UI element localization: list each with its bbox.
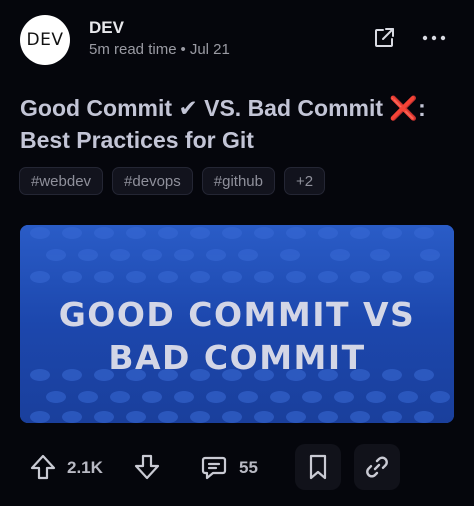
title-check-mark: ✔	[178, 95, 198, 121]
avatar-text: DEV	[26, 30, 64, 50]
tag-github[interactable]: #github	[201, 167, 275, 195]
arrow-down-icon[interactable]	[133, 453, 161, 481]
bookmark-button[interactable]	[295, 444, 341, 490]
title-cross-mark: ❌	[389, 95, 419, 121]
title-text-2: VS. Bad Commit	[197, 95, 384, 121]
tag-list: #webdev #devops #github +2	[19, 167, 326, 195]
cover-text-line-2: BAD COMMIT	[108, 338, 366, 377]
post-date: Jul 21	[189, 41, 230, 58]
source-avatar[interactable]: DEV	[20, 15, 70, 65]
upvote-count: 2.1K	[67, 458, 103, 477]
copy-link-button[interactable]	[354, 444, 400, 490]
more-horizontal-icon[interactable]	[422, 33, 446, 43]
comment-count: 55	[239, 458, 258, 477]
cover-image[interactable]: GOOD COMMIT VS BAD COMMIT	[20, 225, 454, 423]
tag-devops[interactable]: #devops	[112, 167, 193, 195]
open-external-icon[interactable]	[372, 26, 396, 50]
source-name[interactable]: DEV	[89, 18, 124, 38]
tag-more[interactable]: +2	[283, 167, 326, 195]
cover-text-line-1: GOOD COMMIT VS	[58, 295, 416, 334]
arrow-up-icon[interactable]	[29, 453, 57, 481]
meta-separator: •	[180, 41, 186, 58]
title-text-1: Good Commit	[20, 95, 173, 121]
feed-card[interactable]: DEV DEV 5m read time • Jul 21 Good Commit …	[0, 0, 474, 506]
post-meta: 5m read time • Jul 21	[89, 41, 230, 58]
link-icon	[366, 456, 388, 478]
tag-webdev[interactable]: #webdev	[19, 167, 104, 195]
post-title[interactable]: Good Commit ✔ VS. Bad Commit ❌: Best Pra…	[20, 92, 460, 156]
comment-icon[interactable]	[200, 453, 228, 481]
read-time: 5m read time	[89, 41, 177, 58]
bookmark-icon	[309, 454, 327, 480]
